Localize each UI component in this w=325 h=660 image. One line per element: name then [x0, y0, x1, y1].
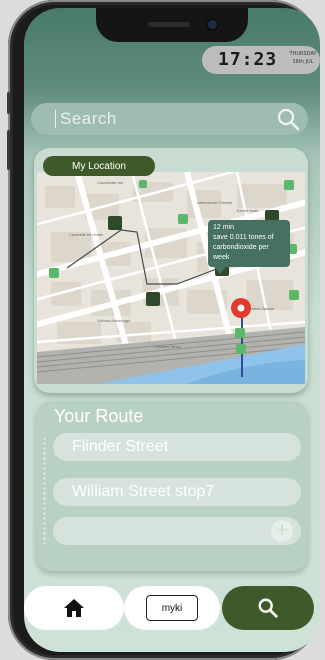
- text-caret: [55, 110, 56, 128]
- search-placeholder: Search: [60, 109, 117, 128]
- svg-text:Athenaeum Theatre: Athenaeum Theatre: [197, 200, 233, 205]
- myki-card-label: myki: [146, 595, 198, 621]
- route-title: Your Route: [54, 406, 144, 426]
- svg-text:Kinski Hotel: Kinski Hotel: [237, 208, 258, 213]
- my-location-button[interactable]: My Location: [43, 156, 155, 176]
- svg-text:Coordinate Inn: Coordinate Inn: [97, 180, 123, 185]
- svg-text:Victoria Anchorage: Victoria Anchorage: [97, 318, 131, 323]
- clock-date-label: 16th JUL: [292, 59, 314, 65]
- volume-up-button: [7, 130, 10, 170]
- camera: [208, 20, 217, 29]
- search-icon[interactable]: [276, 107, 300, 131]
- app-screen: 17:23 THURSDAY 16th JUL Search Coordinat…: [24, 8, 320, 652]
- route-stop-add[interactable]: +: [53, 517, 301, 545]
- trip-savings-line2: carbondioxide per: [213, 244, 269, 251]
- trip-info-popup: 12 min save 0.011 tones of carbondioxide…: [208, 220, 290, 274]
- tab-search[interactable]: [222, 586, 314, 630]
- tab-home[interactable]: [24, 586, 124, 630]
- tab-myki[interactable]: myki: [124, 586, 220, 630]
- trip-savings-line3: week: [213, 254, 230, 261]
- clock-widget: 17:23 THURSDAY 16th JUL: [202, 46, 320, 74]
- route-dotted-line: [43, 436, 46, 546]
- mute-button: [7, 92, 10, 114]
- trip-savings-line1: save 0.011 tones of: [213, 234, 274, 241]
- speaker: [148, 22, 190, 27]
- clock-time: 17:23: [218, 49, 278, 70]
- svg-text:Flinders Street: Flinders Street: [155, 344, 182, 349]
- notch: [96, 8, 248, 42]
- route-stop-2[interactable]: William Street stop7: [53, 478, 301, 506]
- search-bar[interactable]: Search: [31, 103, 308, 135]
- trip-duration: 12 min: [213, 224, 235, 231]
- home-icon: [64, 599, 84, 617]
- clock-date: THURSDAY 16th JUL: [288, 50, 318, 66]
- svg-text:Caravelle Inn Hotel: Caravelle Inn Hotel: [69, 232, 103, 237]
- search-icon: [258, 598, 278, 618]
- clock-day-label: THURSDAY: [289, 51, 317, 57]
- plus-icon[interactable]: +: [271, 519, 293, 542]
- map-view[interactable]: Coordinate Inn Athenaeum Theatre Caravel…: [37, 172, 305, 384]
- route-stop-1[interactable]: Flinder Street: [53, 433, 301, 461]
